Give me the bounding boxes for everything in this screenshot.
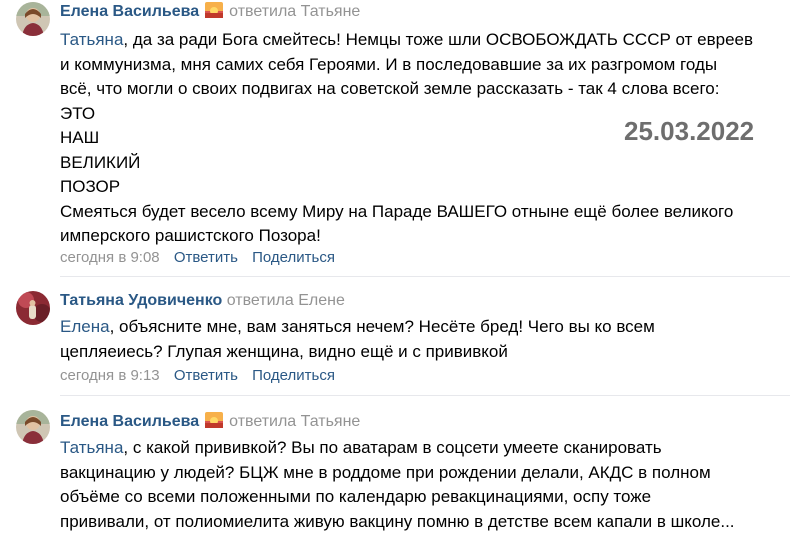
mention-link[interactable]: Елена: [60, 317, 110, 336]
comment-header: Елена Васильева ответила Татьяне: [60, 1, 360, 23]
comment-header: Татьяна Удовиченко ответила Елене: [60, 290, 345, 312]
author-name[interactable]: Татьяна Удовиченко: [60, 292, 222, 309]
reply-button[interactable]: Ответить: [174, 367, 238, 384]
comment-header: Елена Васильева ответила Татьяне: [60, 411, 360, 433]
share-button[interactable]: Поделиться: [252, 249, 335, 266]
text-line: имперского рашистского Позора!: [60, 226, 321, 245]
timestamp[interactable]: сегодня в 9:08: [60, 249, 160, 266]
date-stamp: 25.03.2022: [624, 116, 755, 146]
text-line: и коммунизма, мня самих себя Героями. И …: [60, 54, 718, 74]
text-line: цепляеиесь? Глупая женщина, видно ещё и …: [60, 341, 508, 361]
text-line: ВЕЛИКИЙ: [60, 152, 141, 172]
text-line: объёме со всеми положенными по календарю…: [60, 487, 652, 506]
mention-link[interactable]: Татьяна: [60, 30, 123, 49]
timestamp[interactable]: сегодня в 9:13: [60, 367, 160, 384]
text-line: прививали, от полиомиелита живую вакцину…: [60, 511, 735, 531]
avatar-elena[interactable]: [16, 2, 50, 36]
text-line: Смеяться будет весело всему Миру на Пара…: [60, 201, 734, 221]
share-button[interactable]: Поделиться: [252, 367, 335, 384]
comment-footer: сегодня в 9:08 Ответить Поделиться: [60, 248, 335, 268]
text-line: всё, что могли о своих подвигах на совет…: [60, 79, 720, 98]
reply-target[interactable]: ответила Татьяне: [229, 413, 360, 430]
text-line: , с какой прививкой? Вы по аватарам в со…: [123, 438, 662, 457]
text-line: , объясните мне, вам заняться нечем? Нес…: [109, 317, 655, 336]
text-line: ПОЗОР: [60, 177, 121, 196]
divider: [60, 276, 790, 277]
divider: [60, 395, 790, 396]
comment-text: Елена, объясните мне, вам заняться нечем…: [60, 315, 805, 364]
avatar-elena[interactable]: [16, 410, 50, 444]
mention-link[interactable]: Татьяна: [60, 438, 123, 457]
comment-text: Татьяна, с какой прививкой? Вы по аватар…: [60, 436, 805, 534]
author-name[interactable]: Елена Васильева: [60, 413, 199, 430]
sunset-emoji-icon: [205, 2, 224, 18]
reply-button[interactable]: Ответить: [174, 249, 238, 266]
author-name[interactable]: Елена Васильева: [60, 3, 199, 20]
comment-footer: сегодня в 9:13 Ответить Поделиться: [60, 366, 335, 386]
reply-target[interactable]: ответила Татьяне: [229, 3, 360, 20]
text-line: вакцинацию у людей? БЦЖ мне в роддоме пр…: [60, 462, 711, 482]
text-line: , да за ради Бога смейтесь! Немцы тоже ш…: [123, 30, 754, 49]
sunset-emoji-icon: [205, 412, 224, 428]
avatar-tatiana[interactable]: [16, 291, 50, 325]
reply-target[interactable]: ответила Елене: [227, 292, 345, 309]
